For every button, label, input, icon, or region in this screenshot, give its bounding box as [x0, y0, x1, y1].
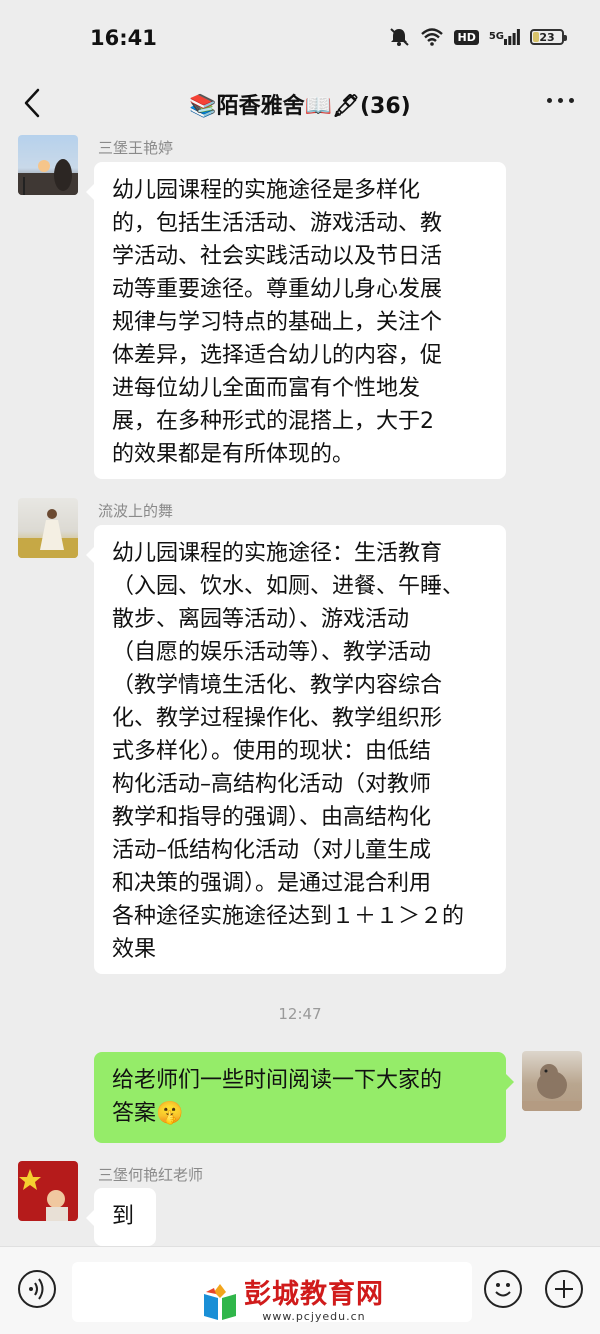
cell-signal-icon: 5G: [489, 29, 520, 45]
emoji-icon: [495, 1283, 511, 1297]
watermark-url: www.pcjyedu.cn: [262, 1310, 366, 1323]
message-line: 和决策的强调）。是通过混合利用: [112, 871, 432, 896]
avatar[interactable]: [18, 1161, 78, 1221]
book-logo-icon: [204, 1283, 236, 1320]
voice-button[interactable]: [18, 1270, 56, 1308]
message-line: 展，在多种形式的混搭上，大于2: [112, 409, 434, 434]
message-line: 的效果都是有所体现的。: [112, 442, 355, 467]
avatar[interactable]: [18, 498, 78, 558]
message-line: 到: [112, 1204, 135, 1229]
status-icons: HD 5G 23: [388, 27, 567, 47]
watermark-text: 彭城教育网 www.pcjyedu.cn: [244, 1279, 384, 1324]
voice-icon: [29, 1278, 44, 1300]
plus-button[interactable]: [545, 1270, 583, 1308]
message-line: 化、教学过程操作化、教学组织形: [112, 706, 443, 731]
emoji-button[interactable]: [484, 1270, 522, 1308]
more-icon-dot: [569, 98, 574, 103]
battery-level: 23: [539, 30, 555, 44]
hd-badge: HD: [454, 29, 479, 45]
message-bubble[interactable]: 给老师们一些时间阅读一下大家的 答案🤫: [94, 1052, 514, 1143]
message-line: 进每位幼儿全面而富有个性地发: [112, 376, 421, 401]
message-line: 幼儿园课程的实施途径是多样化: [112, 178, 421, 203]
message-line: 教学和指导的强调）、由高结构化: [112, 805, 432, 830]
message-line: 的，包括生活活动、游戏活动、教: [112, 211, 443, 236]
sender-name: 三堡王艳婷: [98, 139, 174, 157]
message-line: （教学情境生活化、教学内容综合: [112, 673, 443, 698]
battery-indicator: 23: [530, 29, 567, 45]
message-line: 活动–低结构化活动（对儿童生成: [112, 838, 432, 863]
sender-name: 三堡何艳红老师: [98, 1166, 204, 1184]
more-icon-dot: [558, 98, 563, 103]
message-timestamp: 12:47: [278, 1005, 322, 1023]
message-line: 规律与学习特点的基础上，关注个: [112, 310, 443, 335]
message-line: 学活动、社会实践活动以及节日活: [112, 244, 443, 269]
message-line: 效果: [112, 937, 157, 962]
watermark-title: 彭城教育网: [244, 1279, 384, 1310]
message-line: 动等重要途径。尊重幼儿身心发展: [112, 277, 443, 302]
message-line: 散步、离园等活动）、游戏活动: [112, 607, 410, 632]
message-line: 式多样化）。使用的现状：由低结: [112, 739, 432, 764]
more-icon-dot: [547, 98, 552, 103]
message-line: 答案🤫: [112, 1101, 184, 1126]
sender-name: 流波上的舞: [98, 502, 174, 520]
message-line: （自愿的娱乐活动等）、教学活动: [112, 640, 432, 665]
mute-icon: [388, 27, 410, 47]
status-bar: 16:41 HD 5G 23: [0, 0, 600, 78]
wifi-icon: [420, 28, 444, 46]
message-line: 各种途径实施途径达到１＋１＞２的: [112, 904, 465, 929]
message-line: 体差异，选择适合幼儿的内容，促: [112, 343, 443, 368]
chat-title[interactable]: 📚陌香雅舍📖🖋(36): [0, 88, 600, 120]
message-line: 给老师们一些时间阅读一下大家的: [112, 1068, 443, 1093]
message-bubble[interactable]: 到: [86, 1188, 156, 1246]
more-button[interactable]: [547, 98, 574, 103]
network-label: 5G: [488, 31, 504, 42]
avatar[interactable]: [18, 135, 78, 195]
message-line: 构化活动–高结构化活动（对教师: [112, 772, 432, 797]
message-bubble[interactable]: 幼儿园课程的实施途径是多样化 的，包括生活活动、游戏活动、教 学活动、社会实践活…: [86, 162, 506, 479]
status-time: 16:41: [90, 26, 157, 50]
plus-icon: [555, 1280, 573, 1298]
avatar[interactable]: [522, 1051, 582, 1111]
message-bubble[interactable]: 幼儿园课程的实施途径：生活教育 （入园、饮水、如厕、进餐、午睡、 散步、离园等活…: [86, 525, 506, 974]
message-line: （入园、饮水、如厕、进餐、午睡、: [112, 574, 465, 599]
watermark: 彭城教育网 www.pcjyedu.cn: [200, 1280, 384, 1323]
message-line: 幼儿园课程的实施途径：生活教育: [112, 541, 443, 566]
chat-header: 📚陌香雅舍📖🖋(36): [0, 78, 600, 128]
